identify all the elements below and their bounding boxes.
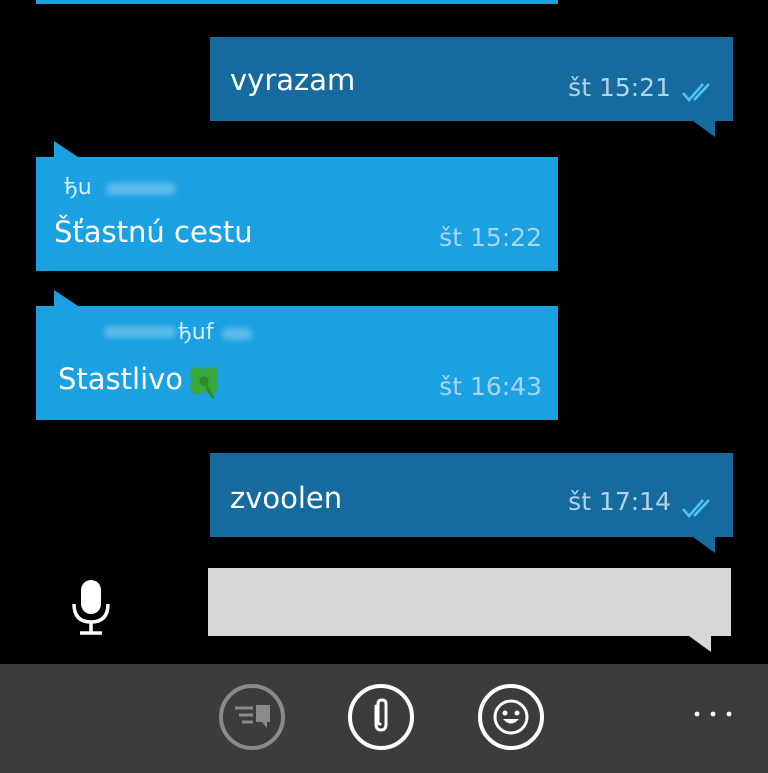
attach-button[interactable]: [348, 684, 414, 750]
sender-name: ђu: [64, 175, 92, 200]
sender-name: ђuf: [178, 320, 214, 345]
message-text-content: Stastlivo: [58, 362, 184, 396]
microphone-icon[interactable]: [66, 578, 116, 638]
emoji-icon: [493, 699, 529, 735]
attach-icon: [374, 698, 388, 732]
double-check-icon: [682, 499, 710, 518]
redacted-sender: [104, 326, 176, 338]
app-bar: [0, 664, 768, 773]
message-text: Šťastnú cestu: [54, 215, 253, 249]
message-bubble-outgoing[interactable]: vyrazam št 15:21: [210, 37, 733, 137]
message-text: zvoolen: [230, 481, 343, 515]
message-bubble-incoming[interactable]: ђuf Stastlivo št 16:43: [36, 290, 558, 420]
message-time: št 15:21: [568, 73, 671, 102]
chat-screen: vyrazam št 15:21 ђu Šťastnú cestu št 15:…: [0, 0, 768, 773]
message-text: vyrazam: [230, 63, 356, 97]
message-input[interactable]: [208, 568, 731, 652]
bubble-tail: [54, 290, 78, 306]
ellipsis-icon[interactable]: [692, 704, 734, 724]
bubble-tail: [54, 141, 78, 157]
message-bubble-incoming[interactable]: ђu Šťastnú cestu št 15:22: [36, 141, 558, 271]
quick-reply-icon: [235, 705, 270, 728]
emoji-button[interactable]: [478, 684, 544, 750]
input-tail: [689, 636, 711, 652]
message-time: št 17:14: [568, 487, 671, 516]
double-check-icon: [682, 83, 710, 102]
bubble-tail: [693, 121, 715, 137]
bubble-tail: [693, 537, 715, 553]
message-time: št 16:43: [439, 372, 542, 401]
four-leaf-clover-icon: [189, 366, 219, 399]
redacted-sender: [222, 328, 252, 340]
quick-reply-button[interactable]: [219, 684, 285, 750]
message-bubble-outgoing[interactable]: zvoolen št 17:14: [210, 453, 733, 553]
previous-message-edge: [36, 0, 558, 4]
redacted-sender: [106, 183, 176, 195]
message-text: Stastlivo: [58, 362, 223, 400]
message-time: št 15:22: [439, 223, 542, 252]
